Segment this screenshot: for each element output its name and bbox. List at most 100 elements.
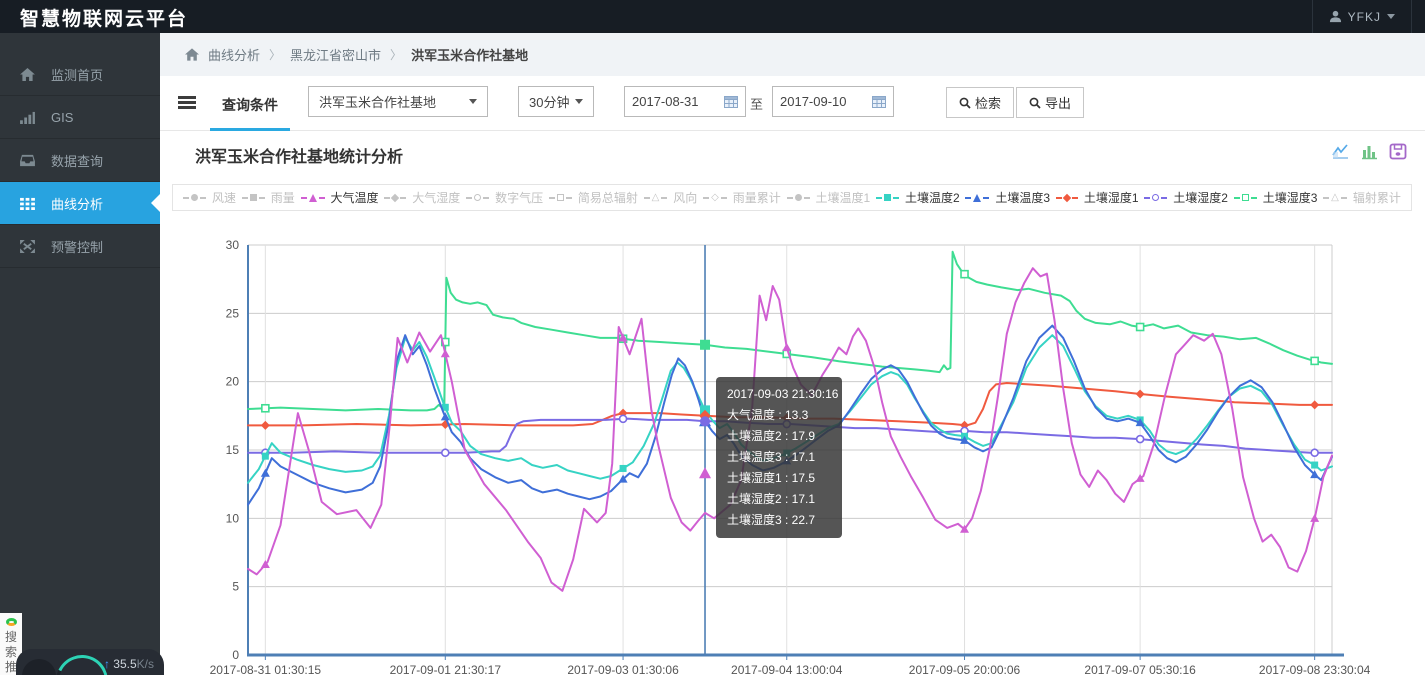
user-menu[interactable]: YFKJ — [1311, 0, 1412, 33]
net-speed-widget[interactable]: ↑ 35.5K/s — [16, 649, 164, 675]
series-marker — [261, 452, 269, 460]
y-axis-label: 15 — [226, 443, 240, 457]
legend-item-大气温度[interactable]: 大气温度 — [300, 189, 379, 206]
date-from-input[interactable]: 2017-08-31 — [624, 86, 746, 117]
series-marker — [618, 414, 628, 424]
x-axis-label: 2017-09-07 05:30:16 — [1084, 663, 1196, 675]
chart-toolbox — [1331, 143, 1407, 165]
legend-item-数字气压[interactable]: 数字气压 — [466, 189, 543, 206]
series-marker — [960, 269, 969, 279]
tab-query-conditions[interactable]: 查询条件 — [210, 88, 290, 131]
breadcrumb-item[interactable]: 曲线分析 — [208, 45, 260, 64]
legend-item-土壤温度1[interactable]: 土壤温度1 — [786, 189, 870, 206]
y-axis-label: 0 — [232, 648, 239, 662]
sidebar-item-监测首页[interactable]: 监测首页 — [0, 53, 160, 96]
legend-item-土壤湿度1[interactable]: 土壤湿度1 — [1055, 189, 1139, 206]
legend-item-雨量[interactable]: 雨量 — [241, 189, 295, 206]
sidebar-nav: 监测首页 GIS 数据查询曲线分析预警控制 — [0, 33, 160, 675]
chevron-down-icon — [469, 99, 477, 104]
date-to-input[interactable]: 2017-09-10 — [772, 86, 894, 117]
line-chart-icon[interactable] — [1331, 143, 1350, 165]
sidebar-item-label: GIS — [51, 109, 74, 125]
chevron-down-icon — [575, 99, 583, 104]
sidebar-item-GIS[interactable]: GIS — [0, 96, 160, 139]
chart-canvas[interactable]: 0 5 10 15 20 25 30 2017-08-31 01:30:15 2017-09-0… — [160, 235, 1425, 675]
legend-item-辐射累计[interactable]: △ 辐射累计 — [1323, 189, 1401, 206]
series-marker — [700, 416, 711, 427]
sidebar-item-label: 曲线分析 — [51, 196, 104, 212]
search-logo-icon — [5, 618, 17, 626]
interval-select-value: 30分钟 — [529, 95, 570, 110]
x-axis-label: 2017-09-08 23:30:04 — [1259, 663, 1371, 675]
user-name: YFKJ — [1347, 9, 1381, 24]
calendar-icon[interactable] — [872, 95, 886, 108]
legend-item-简易总辐射[interactable]: 简易总辐射 — [548, 189, 638, 206]
main-content: 曲线分析〉黑龙江省密山市〉洪军玉米合作社基地 查询条件 洪军玉米合作社基地 30… — [160, 33, 1425, 675]
home-icon — [20, 67, 35, 81]
export-button-label: 导出 — [1045, 96, 1072, 111]
user-icon — [1329, 10, 1341, 23]
legend-item-土壤湿度3[interactable]: 土壤湿度3 — [1233, 189, 1317, 206]
line-chart[interactable]: 0 5 10 15 20 25 30 2017-08-31 01:30:15 2017-09-0… — [160, 235, 1425, 675]
search-button-label: 检索 — [975, 96, 1002, 111]
net-speed-value: 35.5 — [113, 657, 137, 671]
series-marker — [782, 456, 792, 465]
breadcrumb-item[interactable]: 黑龙江省密山市 — [290, 45, 381, 64]
export-button[interactable]: 导出 — [1016, 87, 1085, 118]
search-button[interactable]: 检索 — [946, 87, 1015, 118]
search-icon — [1029, 97, 1041, 109]
sidebar-toggle-icon[interactable] — [178, 96, 196, 110]
series-marker — [440, 448, 450, 458]
calendar-icon[interactable] — [724, 95, 738, 108]
legend-item-大气湿度[interactable]: 大气湿度 — [384, 189, 460, 206]
y-axis-label: 25 — [226, 306, 240, 320]
save-image-icon[interactable] — [1389, 143, 1407, 165]
legend-item-土壤温度2[interactable]: 土壤温度2 — [875, 189, 960, 206]
legend-item-雨量累计[interactable]: ◇ 雨量累计 — [703, 189, 781, 206]
series-marker — [619, 464, 627, 472]
series-marker — [1311, 461, 1319, 469]
arrows-icon — [20, 239, 35, 253]
x-axis-label: 2017-08-31 01:30:15 — [210, 663, 322, 675]
net-speed-unit: K/s — [136, 657, 154, 671]
top-header-bar: 智慧物联网云平台 YFKJ — [0, 0, 1425, 33]
series-marker — [699, 467, 712, 479]
legend-item-风速[interactable]: 风速 — [183, 189, 236, 206]
series-marker — [782, 343, 792, 351]
bar-chart-icon[interactable] — [1360, 143, 1379, 165]
x-axis-label: 2017-09-05 20:00:06 — [909, 663, 1021, 675]
query-toolbar: 查询条件 洪军玉米合作社基地 30分钟 2017-08-31 至 2017-09… — [160, 76, 1425, 131]
search-icon — [959, 97, 971, 109]
sidebar-item-数据查询[interactable]: 数据查询 — [0, 139, 160, 182]
y-axis-label: 20 — [226, 375, 240, 389]
legend-item-风向[interactable]: △ 风向 — [643, 189, 697, 206]
interval-select[interactable]: 30分钟 — [518, 86, 594, 117]
series-line-土壤湿度3 — [247, 250, 1333, 412]
breadcrumb: 曲线分析〉黑龙江省密山市〉洪军玉米合作社基地 — [160, 33, 1425, 76]
x-axis-label: 2017-09-03 01:30:06 — [567, 663, 679, 675]
y-axis-label: 30 — [226, 238, 240, 252]
series-marker — [1135, 434, 1145, 444]
chart-legend: 风速 雨量 大气温度 大气湿度 数字气压 简易总辐射 △ 风向 ◇ 雨量累计 土壤温度1 土壤温度2 土… — [172, 184, 1412, 211]
series-marker — [261, 403, 270, 413]
series-marker — [783, 449, 791, 457]
series-marker — [1310, 356, 1319, 366]
x-axis-label: 2017-09-01 21:30:17 — [390, 663, 502, 675]
sidebar-item-曲线分析[interactable]: 曲线分析 — [0, 182, 160, 225]
sidebar-item-label: 预警控制 — [51, 239, 104, 255]
series-marker — [1310, 400, 1320, 410]
series-marker — [260, 468, 270, 477]
legend-item-土壤温度3[interactable]: 土壤温度3 — [965, 189, 1050, 206]
legend-item-土壤湿度2[interactable]: 土壤湿度2 — [1144, 189, 1228, 206]
series-marker — [700, 339, 711, 350]
date-to-value: 2017-09-10 — [780, 94, 847, 109]
station-select[interactable]: 洪军玉米合作社基地 — [308, 86, 488, 117]
breadcrumb-item[interactable]: 洪军玉米合作社基地 — [411, 45, 528, 64]
y-axis-label: 5 — [232, 580, 239, 594]
date-from-value: 2017-08-31 — [632, 94, 699, 109]
inbox-icon — [20, 154, 35, 167]
app-window: 智慧物联网云平台 YFKJ 监测首页 GIS 数据查询 曲线分析 预警控制 曲线分析〉黑… — [0, 0, 1425, 675]
home-icon — [185, 48, 199, 61]
sidebar-item-预警控制[interactable]: 预警控制 — [0, 225, 160, 268]
grid-icon — [20, 197, 35, 210]
